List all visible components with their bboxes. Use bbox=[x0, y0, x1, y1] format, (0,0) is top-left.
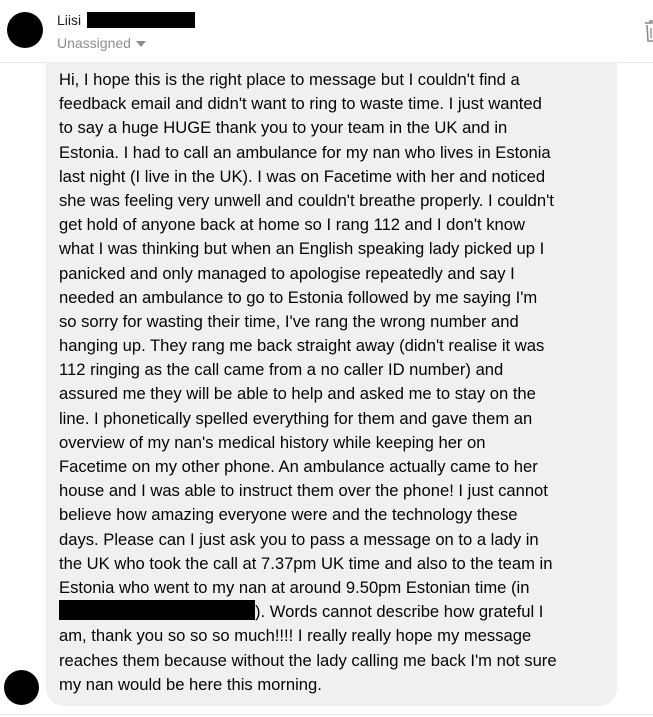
message-line: 112 ringing as the call came from a no c… bbox=[59, 360, 504, 380]
message-line: reaches them because without the lady ca… bbox=[59, 650, 557, 670]
message-line: panicked and only managed to apologise r… bbox=[59, 263, 515, 283]
message-line: assured me they will be able to help and… bbox=[59, 384, 536, 404]
message-line: to say a huge HUGE thank you to your tea… bbox=[59, 118, 508, 138]
message-line: Hi, I hope this is the right place to me… bbox=[59, 70, 520, 89]
message-line: house and I was able to instruct them ov… bbox=[59, 481, 548, 501]
message-sender-avatar[interactable] bbox=[4, 670, 39, 705]
message-line: what I was thinking but when an English … bbox=[59, 239, 545, 259]
redacted-surname bbox=[87, 12, 195, 28]
message-line: Estonia who went to my nan at around 9.5… bbox=[59, 577, 530, 597]
bottom-divider bbox=[0, 714, 653, 715]
message-line: Facetime on my other phone. An ambulance… bbox=[59, 457, 538, 476]
message-line: she was feeling very unwell and couldn't… bbox=[59, 190, 554, 210]
message-line-redacted: ). Words cannot describe how grateful I bbox=[59, 600, 609, 624]
sender-name[interactable]: Liisi bbox=[57, 12, 81, 28]
message-line: believe how amazing everyone were and th… bbox=[59, 505, 518, 525]
sender-avatar[interactable] bbox=[7, 12, 43, 48]
trash-icon-glyph bbox=[645, 20, 653, 42]
message-line: days. Please can I just ask you to pass … bbox=[59, 529, 539, 549]
caret-down-icon bbox=[135, 41, 146, 47]
message-line: feedback email and didn't want to ring t… bbox=[59, 94, 542, 114]
conversation-view: Liisi Unassigned Hi, I hope this is the … bbox=[0, 0, 653, 717]
assignee-label: Unassigned bbox=[57, 35, 131, 51]
trash-icon[interactable] bbox=[642, 18, 653, 44]
assignee-dropdown[interactable]: Unassigned bbox=[57, 34, 146, 52]
message-line: so sorry for wasting their time, I've ra… bbox=[59, 311, 519, 331]
message-line: the UK who took the call at 7.37pm UK ti… bbox=[59, 553, 553, 573]
conversation-header: Liisi Unassigned bbox=[0, 0, 653, 63]
message-line: Estonia. I had to call an ambulance for … bbox=[59, 142, 551, 162]
message-line: hanging up. They rang me back straight a… bbox=[59, 336, 545, 356]
message-line: my nan would be here this morning. bbox=[59, 674, 322, 694]
message-line: line. I phonetically spelled everything … bbox=[59, 408, 533, 428]
message-line: needed an ambulance to go to Estonia fol… bbox=[59, 287, 538, 307]
message-line: overview of my nan's medical history whi… bbox=[59, 432, 486, 452]
message-bubble[interactable]: Hi, I hope this is the right place to me… bbox=[46, 62, 617, 706]
redaction-block bbox=[59, 600, 255, 621]
message-line-tail: ). Words cannot describe how grateful I bbox=[255, 602, 544, 622]
message-line: am, thank you so so so much!!!! I really… bbox=[59, 626, 532, 646]
message-line: last night (I live in the UK). I was on … bbox=[59, 166, 546, 186]
message-line: get hold of anyone back at home so I ran… bbox=[59, 215, 525, 235]
